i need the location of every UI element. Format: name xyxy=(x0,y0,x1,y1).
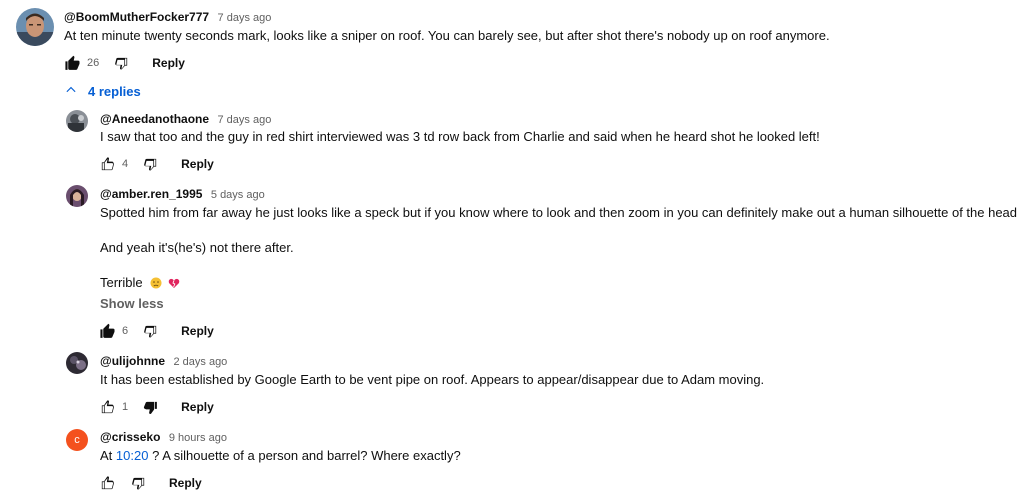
dislike-button-icon[interactable] xyxy=(142,323,159,340)
reply-header: @amber.ren_1995 5 days ago xyxy=(100,185,265,203)
reply-text-line: Spotted him from far away he just looks … xyxy=(100,205,1024,220)
comment-text: At ten minute twenty seconds mark, looks… xyxy=(64,28,830,43)
reply-author[interactable]: @crisseko xyxy=(100,430,160,444)
reply-text: At 10:20 ? A silhouette of a person and … xyxy=(100,448,461,463)
reply-header: @crisseko 9 hours ago xyxy=(100,428,227,446)
reply-header: @Aneedanothaone 7 days ago xyxy=(100,110,271,128)
dislike-button-filled-icon[interactable] xyxy=(142,399,159,416)
like-count: 1 xyxy=(122,401,129,413)
broken-heart-emoji-icon xyxy=(168,277,180,289)
comment-author[interactable]: @BoomMutherFocker777 xyxy=(64,10,209,24)
reply-time[interactable]: 2 days ago xyxy=(173,356,227,368)
reply-author[interactable]: @amber.ren_1995 xyxy=(100,187,202,201)
like-count: 6 xyxy=(122,325,129,337)
reply-text-segment: ? A silhouette of a person and barrel? W… xyxy=(152,448,461,463)
like-button-icon[interactable] xyxy=(99,475,116,492)
replies-count-label: 4 replies xyxy=(88,84,141,99)
reply-author[interactable]: @ulijohnne xyxy=(100,354,165,368)
reply-text-segment: At xyxy=(100,448,113,463)
reply-header: @ulijohnne 2 days ago xyxy=(100,352,227,370)
reply-actions: Reply xyxy=(99,473,202,493)
show-less-button[interactable]: Show less xyxy=(100,296,164,311)
reply-actions: 1 Reply xyxy=(99,397,214,417)
reply-text: It has been established by Google Earth … xyxy=(100,372,765,387)
replies-toggle-button[interactable]: 4 replies xyxy=(64,83,141,100)
comment-header: @BoomMutherFocker777 7 days ago xyxy=(64,8,271,26)
like-count: 26 xyxy=(87,57,100,69)
avatar-letter: c xyxy=(74,434,80,446)
dislike-button-icon[interactable] xyxy=(130,475,147,492)
reply-button[interactable]: Reply xyxy=(169,476,202,490)
like-button-filled-icon[interactable] xyxy=(64,55,81,72)
reply-time[interactable]: 9 hours ago xyxy=(169,432,227,444)
avatar[interactable] xyxy=(16,8,54,46)
reply-time[interactable]: 5 days ago xyxy=(211,189,265,201)
like-count: 4 xyxy=(122,158,129,170)
reply-actions: 4 Reply xyxy=(99,154,214,174)
reply-text-line: And yeah it's(he's) not there after. xyxy=(100,240,294,255)
like-button-icon[interactable] xyxy=(99,399,116,416)
reply-button[interactable]: Reply xyxy=(152,56,185,70)
video-timestamp-link[interactable]: 10:20 xyxy=(116,448,149,463)
comment-actions: 26 Reply xyxy=(64,53,185,73)
dislike-button-icon[interactable] xyxy=(142,156,159,173)
reply-text-segment: Spotted him from far away he just looks … xyxy=(100,205,1018,220)
disappointed-face-emoji-icon xyxy=(150,277,162,289)
reply-actions: 6 Reply xyxy=(99,321,214,341)
like-button-filled-icon[interactable] xyxy=(99,323,116,340)
reply-button[interactable]: Reply xyxy=(181,324,214,338)
avatar[interactable]: c xyxy=(66,429,88,451)
chevron-up-icon xyxy=(64,83,78,100)
reply-time[interactable]: 7 days ago xyxy=(218,114,272,126)
reply-text-line: Terrible xyxy=(100,275,180,290)
avatar[interactable] xyxy=(66,352,88,374)
reply-author[interactable]: @Aneedanothaone xyxy=(100,112,209,126)
reply-button[interactable]: Reply xyxy=(181,157,214,171)
reply-text: I saw that too and the guy in red shirt … xyxy=(100,129,820,144)
dislike-button-icon[interactable] xyxy=(113,55,130,72)
comment-time[interactable]: 7 days ago xyxy=(218,12,272,24)
reply-button[interactable]: Reply xyxy=(181,400,214,414)
like-button-icon[interactable] xyxy=(99,156,116,173)
avatar[interactable] xyxy=(66,185,88,207)
avatar[interactable] xyxy=(66,110,88,132)
reply-text-segment: Terrible xyxy=(100,275,143,290)
